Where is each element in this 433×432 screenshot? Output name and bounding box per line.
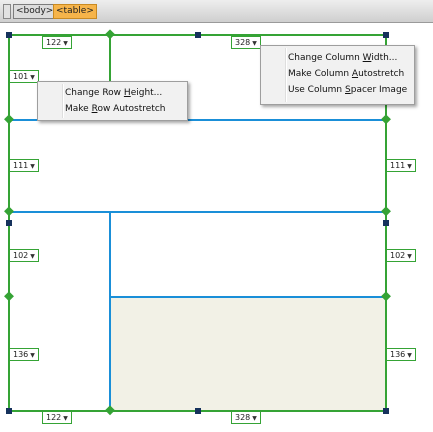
chevron-down-icon: ▼	[63, 415, 68, 422]
row-height-value: 111	[13, 161, 29, 170]
menu-item-make-column-autostretch[interactable]: Make Column Autostretch	[261, 66, 414, 82]
chevron-down-icon: ▼	[407, 352, 412, 359]
row-context-menu: Change Row Height... Make Row Autostretc…	[37, 81, 188, 121]
chevron-down-icon: ▼	[30, 253, 35, 260]
row-height-value: 136	[13, 350, 29, 359]
row-height-value: 101	[13, 72, 29, 81]
chevron-down-icon: ▼	[30, 163, 35, 170]
column-width-value: 328	[235, 38, 251, 47]
chevron-down-icon: ▼	[63, 40, 68, 47]
column-width-badge[interactable]: 328 ▼	[231, 36, 261, 49]
chevron-down-icon: ▼	[252, 40, 257, 47]
selected-cell[interactable]	[110, 297, 386, 411]
row-height-value: 111	[390, 161, 406, 170]
chevron-down-icon: ▼	[407, 253, 412, 260]
row-height-badge[interactable]: 111 ▼	[386, 159, 416, 172]
column-width-badge[interactable]: 122 ▼	[42, 411, 72, 424]
column-width-value: 328	[235, 413, 251, 422]
column-width-value: 122	[46, 38, 62, 47]
chevron-down-icon: ▼	[252, 415, 257, 422]
menu-item-make-row-autostretch[interactable]: Make Row Autostretch	[38, 101, 187, 117]
menu-item-change-row-height[interactable]: Change Row Height...	[38, 85, 187, 101]
menu-item-use-column-spacer-image[interactable]: Use Column Spacer Image	[261, 82, 414, 98]
column-width-badge[interactable]: 122 ▼	[42, 36, 72, 49]
row-height-badge[interactable]: 136 ▼	[9, 348, 39, 361]
row-height-value: 136	[390, 350, 406, 359]
row-height-badge[interactable]: 136 ▼	[386, 348, 416, 361]
chevron-down-icon: ▼	[407, 163, 412, 170]
row-height-badge[interactable]: 102 ▼	[386, 249, 416, 262]
row-height-badge[interactable]: 102 ▼	[9, 249, 39, 262]
row-height-value: 102	[390, 251, 406, 260]
column-context-menu: Change Column Width... Make Column Autos…	[260, 45, 415, 105]
row-height-value: 102	[13, 251, 29, 260]
row-height-badge[interactable]: 111 ▼	[9, 159, 39, 172]
column-width-badge[interactable]: 328 ▼	[231, 411, 261, 424]
row-height-badge[interactable]: 101 ▼	[9, 70, 39, 83]
column-width-value: 122	[46, 413, 62, 422]
menu-item-change-column-width[interactable]: Change Column Width...	[261, 50, 414, 66]
chevron-down-icon: ▼	[30, 352, 35, 359]
chevron-down-icon: ▼	[30, 74, 35, 81]
